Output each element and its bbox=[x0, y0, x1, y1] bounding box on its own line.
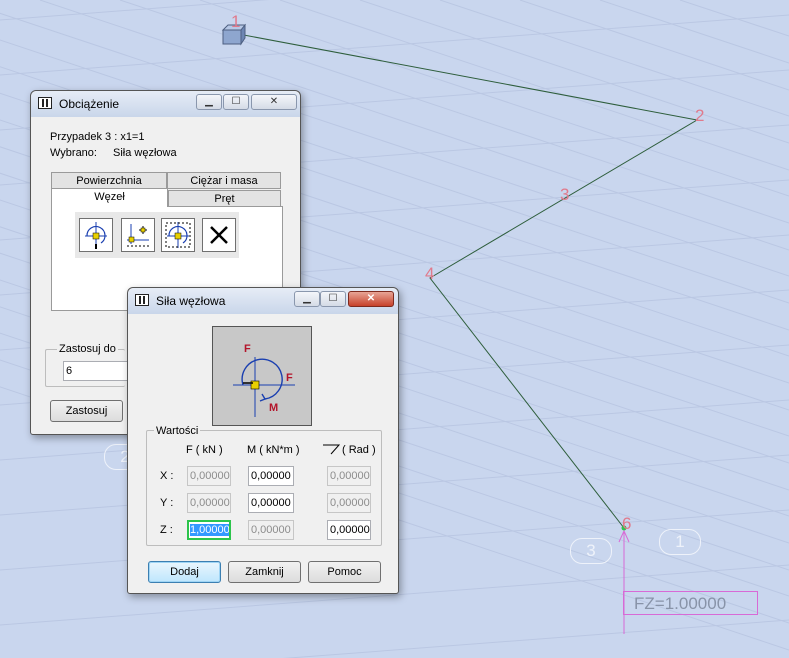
help-button[interactable]: Pomoc bbox=[308, 561, 381, 583]
node-label-6: 6 bbox=[622, 514, 632, 533]
fz-field[interactable]: 1,00000 bbox=[187, 520, 231, 540]
selected-label: Wybrano: bbox=[50, 147, 97, 159]
maximize-button[interactable]: ☐ bbox=[223, 94, 249, 110]
nodal-force-icon bbox=[85, 222, 107, 249]
tab-ciezar-i-masa[interactable]: Ciężar i masa bbox=[167, 172, 281, 189]
row-label-y: Y : bbox=[160, 497, 174, 509]
load-value-label: FZ=1.00000 bbox=[623, 591, 758, 615]
nodal-force-button[interactable] bbox=[79, 218, 113, 252]
rotation-angle-icon bbox=[323, 444, 340, 455]
node-label-2: 2 bbox=[695, 106, 705, 125]
fz-field-value: 1,00000 bbox=[190, 524, 230, 536]
tab-wezel[interactable]: Węzeł bbox=[51, 188, 168, 207]
apply-group-label: Zastosuj do bbox=[57, 343, 118, 355]
moment-label: M bbox=[269, 402, 279, 414]
support-displacement-button[interactable] bbox=[121, 218, 155, 252]
maximize-icon: ☐ bbox=[328, 293, 338, 304]
rad-x-field[interactable]: 0,00000 bbox=[327, 466, 371, 486]
minimize-icon: ▁ bbox=[205, 96, 213, 107]
load-arrow-fz bbox=[618, 529, 630, 634]
close-icon: ✕ bbox=[269, 96, 279, 107]
close-button[interactable]: ✕ bbox=[348, 291, 394, 307]
tab-pret[interactable]: Pręt bbox=[168, 190, 281, 207]
column-force: F ( kN ) bbox=[186, 444, 223, 456]
load-case-text: Przypadek 3 : x1=1 bbox=[50, 131, 145, 143]
maximize-icon: ☐ bbox=[231, 96, 241, 107]
values-group-label: Wartości bbox=[154, 425, 201, 437]
tab-powierzchnia[interactable]: Powierzchnia bbox=[51, 172, 167, 189]
close-dialog-button[interactable]: Zamknij bbox=[228, 561, 301, 583]
minimize-button[interactable]: ▁ bbox=[294, 291, 320, 307]
row-label-x: X : bbox=[160, 470, 174, 482]
nodal-mass-button[interactable] bbox=[161, 218, 195, 252]
apply-button[interactable]: Zastosuj bbox=[50, 400, 123, 422]
selected-value: Siła węzłowa bbox=[113, 147, 177, 159]
column-rad: ( Rad ) bbox=[342, 444, 376, 456]
fy-field[interactable]: 0,00000 bbox=[187, 493, 231, 513]
minimize-button[interactable]: ▁ bbox=[196, 94, 222, 110]
node-label-4: 4 bbox=[425, 264, 435, 283]
close-icon: ✕ bbox=[366, 293, 376, 304]
nodal-mass-icon bbox=[165, 222, 191, 248]
rad-y-field[interactable]: 0,00000 bbox=[327, 493, 371, 513]
delete-load-button[interactable] bbox=[202, 218, 236, 252]
app-icon bbox=[38, 97, 52, 109]
add-button[interactable]: Dodaj bbox=[148, 561, 221, 583]
force-preview-icon bbox=[233, 357, 295, 417]
support-displacement-icon bbox=[127, 224, 149, 247]
force-top-label: F bbox=[244, 343, 251, 355]
my-field[interactable]: 0,00000 bbox=[248, 493, 294, 513]
app-icon bbox=[135, 294, 149, 306]
delete-load-icon bbox=[210, 226, 228, 244]
fx-field[interactable]: 0,00000 bbox=[187, 466, 231, 486]
nodal-force-dialog: Siła węzłowa ▁ ☐ ✕ F F M Wartości F ( kN… bbox=[127, 287, 399, 594]
force-preview: F F M bbox=[212, 326, 312, 426]
column-moment: M ( kN*m ) bbox=[247, 444, 300, 456]
close-button[interactable]: ✕ bbox=[251, 94, 297, 110]
nodal-force-title: Siła węzłowa bbox=[156, 294, 226, 308]
load-dialog-title: Obciążenie bbox=[59, 97, 120, 111]
force-right-label: F bbox=[286, 372, 293, 384]
member-badge-1: 1 bbox=[659, 529, 701, 555]
rad-z-field[interactable]: 0,00000 bbox=[327, 520, 371, 540]
mx-field[interactable]: 0,00000 bbox=[248, 466, 294, 486]
maximize-button[interactable]: ☐ bbox=[320, 291, 346, 307]
row-label-z: Z : bbox=[160, 524, 173, 536]
mz-field[interactable]: 0,00000 bbox=[248, 520, 294, 540]
nodal-force-titlebar[interactable]: Siła węzłowa ▁ ☐ ✕ bbox=[128, 288, 398, 314]
member-badge-3: 3 bbox=[570, 538, 612, 564]
member-label-3: 3 bbox=[560, 185, 570, 204]
node-label-1: 1 bbox=[231, 12, 241, 31]
load-dialog-titlebar[interactable]: Obciążenie ▁ ☐ ✕ bbox=[31, 91, 300, 117]
apply-to-field[interactable]: 6 bbox=[63, 361, 128, 381]
minimize-icon: ▁ bbox=[303, 293, 311, 304]
